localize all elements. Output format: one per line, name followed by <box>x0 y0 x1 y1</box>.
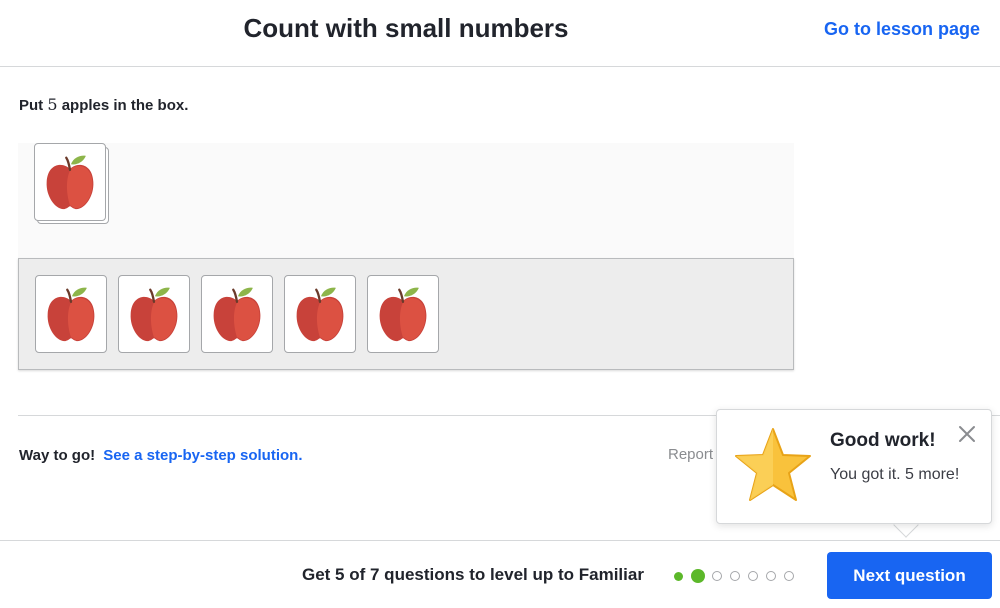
apple-drop-box[interactable] <box>18 258 794 370</box>
apple-source-tile[interactable] <box>34 143 106 221</box>
report-link[interactable]: Report <box>668 446 713 463</box>
progress-dot-current <box>691 569 705 583</box>
apple-icon <box>292 284 348 344</box>
progress-dot-empty <box>766 571 776 581</box>
box-apple-tile[interactable] <box>284 275 356 353</box>
box-apple-tile[interactable] <box>35 275 107 353</box>
next-question-button[interactable]: Next question <box>827 552 992 599</box>
close-icon[interactable] <box>957 424 977 444</box>
progress-dot-empty <box>784 571 794 581</box>
page-title: Count with small numbers <box>243 13 569 43</box>
progress-text: Get 5 of 7 questions to level up to Fami… <box>302 565 644 584</box>
go-to-lesson-link[interactable]: Go to lesson page <box>824 19 980 40</box>
apple-icon <box>42 152 98 212</box>
star-icon <box>735 428 811 501</box>
step-by-step-solution-link[interactable]: See a step-by-step solution. <box>103 447 302 464</box>
apple-icon <box>126 284 182 344</box>
popup-message: You got it. 5 more! <box>830 466 960 483</box>
progress-dot-empty <box>712 571 722 581</box>
prompt-text-before: Put <box>19 97 48 114</box>
progress-dot-complete <box>674 571 683 581</box>
apple-icon <box>375 284 431 344</box>
progress-dot-empty <box>730 571 740 581</box>
prompt-number: 5 <box>47 95 58 114</box>
footer: Get 5 of 7 questions to level up to Fami… <box>0 540 1000 608</box>
feedback-message: Way to go! <box>19 447 96 464</box>
apple-icon <box>209 284 265 344</box>
feedback-row: Way to go! See a step-by-step solution. <box>19 447 303 464</box>
question-prompt: Put 5 apples in the box. <box>19 95 188 114</box>
apple-source-area <box>18 143 794 260</box>
box-apple-tile[interactable] <box>118 275 190 353</box>
header: Count with small numbers Go to lesson pa… <box>0 0 1000 67</box>
prompt-text-after: apples in the box. <box>57 97 189 114</box>
box-apple-tile[interactable] <box>367 275 439 353</box>
box-apple-tile[interactable] <box>201 275 273 353</box>
progress-dots <box>674 569 802 583</box>
good-work-popup: Good work! You got it. 5 more! <box>716 409 992 524</box>
popup-title: Good work! <box>830 430 936 451</box>
apple-icon <box>43 284 99 344</box>
progress-dot-empty <box>748 571 758 581</box>
